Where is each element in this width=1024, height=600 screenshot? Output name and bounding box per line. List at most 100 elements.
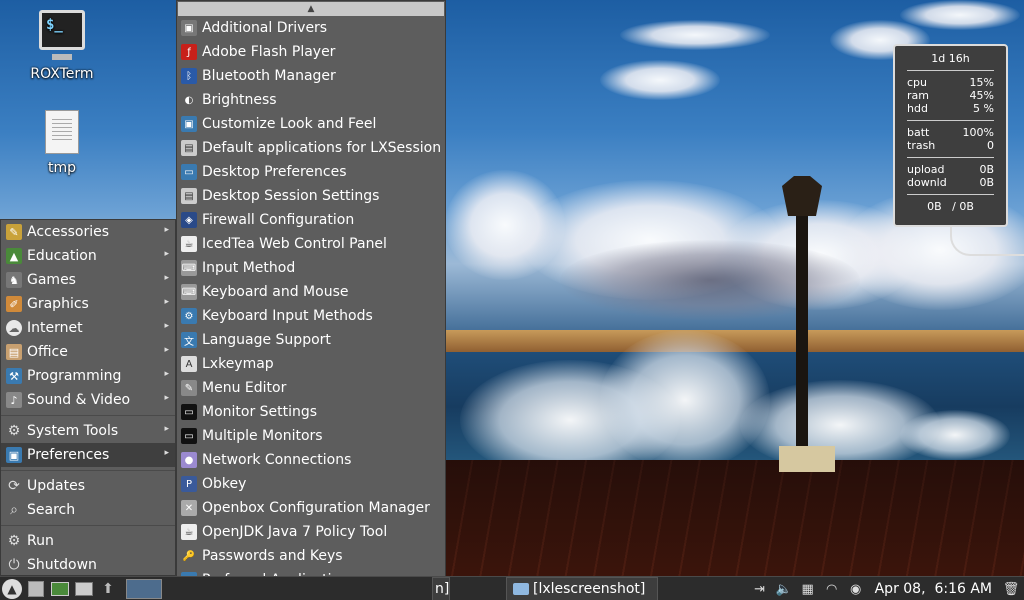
default-apps-icon: ▤	[181, 140, 197, 156]
submenu-arrow-icon: ▸	[164, 249, 169, 259]
menu-item-label: Accessories	[27, 224, 110, 240]
submenu-item-label: Adobe Flash Player	[202, 44, 336, 60]
menu-item-label: Run	[27, 533, 54, 549]
widget-cable	[950, 226, 1024, 256]
submenu-item-menu-editor[interactable]: ✎ Menu Editor	[177, 376, 445, 400]
menu-item-education[interactable]: ▲ Education ▸	[1, 244, 175, 268]
graphics-icon: ✐	[6, 296, 22, 312]
menu-item-shutdown[interactable]: ⏻ Shutdown	[1, 553, 175, 577]
firewall-icon: ◈	[181, 212, 197, 228]
network-manager-icon[interactable]: ▦	[799, 580, 817, 598]
submenu-item-desktop-preferences[interactable]: ▭ Desktop Preferences	[177, 160, 445, 184]
submenu-item-bluetooth-manager[interactable]: ᛒ Bluetooth Manager	[177, 64, 445, 88]
start-menu-button[interactable]: ▲	[0, 578, 24, 600]
icedtea-icon: ☕	[181, 236, 197, 252]
submenu-item-lxkeymap[interactable]: A Lxkeymap	[177, 352, 445, 376]
wifi-icon[interactable]: ◠	[823, 580, 841, 598]
openbox-config-icon: ✕	[181, 500, 197, 516]
menu-item-updates[interactable]: ⟳ Updates	[1, 474, 175, 498]
trash-label: trash	[907, 139, 936, 152]
update-notifier-icon[interactable]: ◉	[847, 580, 865, 598]
taskbar: ▲ ⬆ n] [lxlescreenshot] ⇥ 🔈 ▦ ◠ ◉ Apr 08…	[0, 576, 1024, 600]
submenu-item-monitor-settings[interactable]: ▭ Monitor Settings	[177, 400, 445, 424]
preferences-submenu: ▲ ▣ Additional Drivers ƒ Adobe Flash Player…	[176, 0, 446, 600]
submenu-item-openjdk-java-7-policy-tool[interactable]: ☕ OpenJDK Java 7 Policy Tool	[177, 520, 445, 544]
menu-item-games[interactable]: ♞ Games ▸	[1, 268, 175, 292]
volume-icon[interactable]: 🔈	[775, 580, 793, 598]
menu-item-label: Updates	[27, 478, 85, 494]
submenu-arrow-icon: ▸	[164, 297, 169, 307]
submenu-item-language-support[interactable]: 文 Language Support	[177, 328, 445, 352]
logout-icon[interactable]: ⇥	[751, 580, 769, 598]
desktop-icon-tmp[interactable]: tmp	[22, 110, 102, 176]
submenu-item-brightness[interactable]: ◐ Brightness	[177, 88, 445, 112]
menu-item-run[interactable]: ⚙ Run	[1, 529, 175, 553]
batt-label: batt	[907, 126, 930, 139]
submenu-item-customize-look-and-feel[interactable]: ▣ Customize Look and Feel	[177, 112, 445, 136]
menu-item-label: Office	[27, 344, 68, 360]
cpu-label: cpu	[907, 76, 928, 89]
menu-item-system-tools[interactable]: ⚙ System Tools ▸	[1, 419, 175, 443]
scroll-up-arrow-icon[interactable]: ▲	[178, 2, 444, 16]
input-method-icon: ⌨	[181, 260, 197, 276]
clock[interactable]: Apr 08, 6:16 AM	[875, 581, 992, 597]
launcher-windows[interactable]	[72, 578, 96, 600]
submenu-item-label: Multiple Monitors	[202, 428, 323, 444]
submenu-item-adobe-flash-player[interactable]: ƒ Adobe Flash Player	[177, 40, 445, 64]
launcher-monitor[interactable]	[48, 578, 72, 600]
menu-item-search[interactable]: ⌕ Search	[1, 498, 175, 522]
submenu-item-label: Lxkeymap	[202, 356, 274, 372]
submenu-item-firewall-configuration[interactable]: ◈ Firewall Configuration	[177, 208, 445, 232]
task-button-partial[interactable]: n]	[432, 577, 450, 600]
menu-item-programming[interactable]: ⚒ Programming ▸	[1, 364, 175, 388]
preferences-icon: ▣	[6, 447, 22, 463]
main-menu: ✎ Accessories ▸ ▲ Education ▸ ♞ Games ▸ …	[0, 219, 176, 576]
task-label: [lxlescreenshot]	[533, 581, 646, 597]
system-monitor-icon	[51, 581, 69, 596]
submenu-item-multiple-monitors[interactable]: ▭ Multiple Monitors	[177, 424, 445, 448]
submenu-item-keyboard-and-mouse[interactable]: ⌨ Keyboard and Mouse	[177, 280, 445, 304]
submenu-item-input-method[interactable]: ⌨ Input Method	[177, 256, 445, 280]
submenu-arrow-icon: ▸	[164, 273, 169, 283]
submenu-arrow-icon: ▸	[164, 345, 169, 355]
launcher-up[interactable]: ⬆	[96, 578, 120, 600]
submenu-item-label: Menu Editor	[202, 380, 287, 396]
menu-item-preferences[interactable]: ▣ Preferences ▸	[1, 443, 175, 467]
submenu-arrow-icon: ▸	[164, 321, 169, 331]
obkey-icon: P	[181, 476, 197, 492]
submenu-item-label: OpenJDK Java 7 Policy Tool	[202, 524, 388, 540]
launcher-calculator[interactable]	[24, 578, 48, 600]
task-button-lxlescreenshot[interactable]: [lxlescreenshot]	[506, 577, 658, 600]
menu-item-office[interactable]: ▤ Office ▸	[1, 340, 175, 364]
customize-look-icon: ▣	[181, 116, 197, 132]
submenu-item-network-connections[interactable]: ● Network Connections	[177, 448, 445, 472]
hdd-value: 5 %	[973, 102, 994, 115]
submenu-item-label: Keyboard and Mouse	[202, 284, 349, 300]
submenu-item-label: Openbox Configuration Manager	[202, 500, 430, 516]
flash-player-icon: ƒ	[181, 44, 197, 60]
menu-item-accessories[interactable]: ✎ Accessories ▸	[1, 220, 175, 244]
desktop-icon-roxterm[interactable]: ROXTerm	[22, 10, 102, 82]
submenu-item-keyboard-input-methods[interactable]: ⚙ Keyboard Input Methods	[177, 304, 445, 328]
menu-item-sound-video[interactable]: ♪ Sound & Video ▸	[1, 388, 175, 412]
submenu-item-passwords-and-keys[interactable]: 🔑 Passwords and Keys	[177, 544, 445, 568]
submenu-item-label: Monitor Settings	[202, 404, 318, 420]
submenu-item-additional-drivers[interactable]: ▣ Additional Drivers	[177, 16, 445, 40]
trash-icon[interactable]: 🗑	[1002, 580, 1020, 598]
submenu-item-desktop-session-settings[interactable]: ▤ Desktop Session Settings	[177, 184, 445, 208]
upload-label: upload	[907, 163, 945, 176]
submenu-item-openbox-configuration-manager[interactable]: ✕ Openbox Configuration Manager	[177, 496, 445, 520]
menu-editor-icon: ✎	[181, 380, 197, 396]
submenu-item-obkey[interactable]: P Obkey	[177, 472, 445, 496]
keyboard-input-icon: ⚙	[181, 308, 197, 324]
submenu-item-default-applications-for-lxsession[interactable]: ▤ Default applications for LXSession	[177, 136, 445, 160]
batt-value: 100%	[962, 126, 994, 139]
desktop-icon-label: tmp	[47, 160, 76, 176]
submenu-item-label: Additional Drivers	[202, 20, 328, 36]
submenu-item-icedtea-web-control-panel[interactable]: ☕ IcedTea Web Control Panel	[177, 232, 445, 256]
education-icon: ▲	[6, 248, 22, 264]
menu-item-internet[interactable]: ☁ Internet ▸	[1, 316, 175, 340]
menu-item-graphics[interactable]: ✐ Graphics ▸	[1, 292, 175, 316]
submenu-arrow-icon: ▸	[164, 225, 169, 235]
workspace-pager[interactable]	[126, 578, 162, 599]
